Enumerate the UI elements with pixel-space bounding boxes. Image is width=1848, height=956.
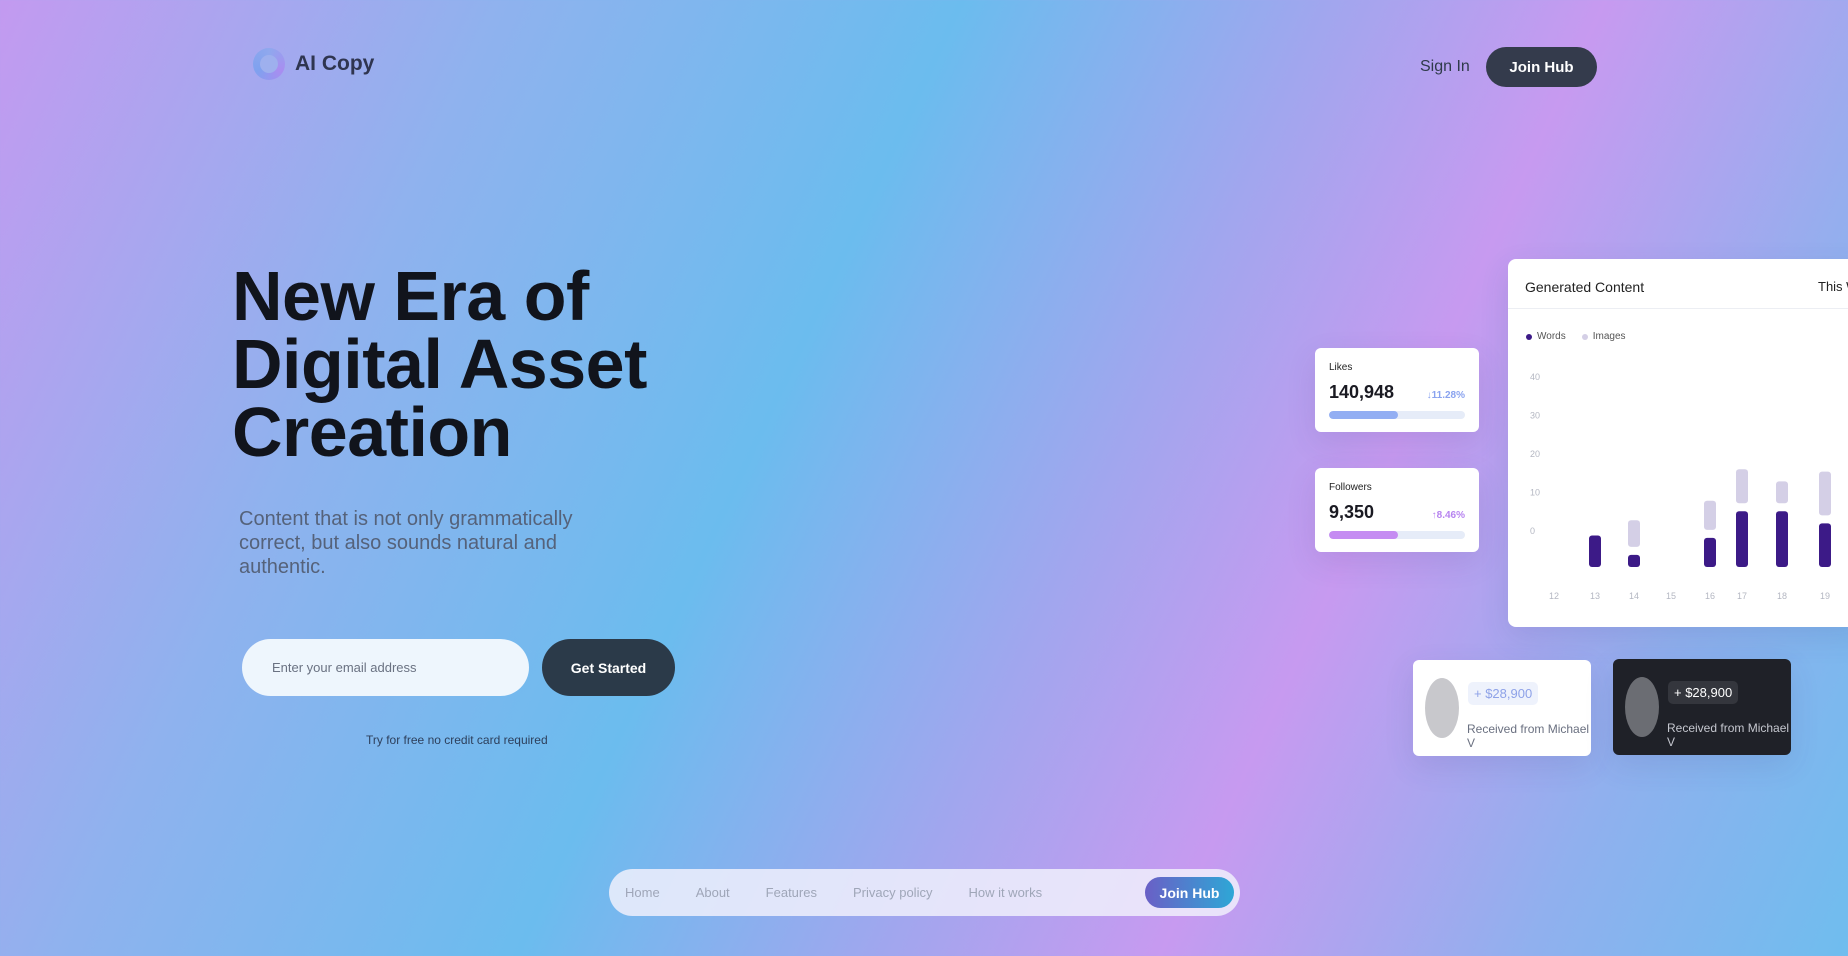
get-started-button[interactable]: Get Started <box>542 639 675 696</box>
avatar <box>1425 678 1459 738</box>
stat-progress-bar <box>1329 531 1465 539</box>
generated-content-chart-card: Generated Content This W Words Images 40… <box>1508 259 1848 627</box>
nav-join-hub-button[interactable]: Join Hub <box>1145 877 1234 908</box>
y-tick-label: 10 <box>1530 488 1540 498</box>
sign-in-link[interactable]: Sign In <box>1420 58 1470 76</box>
x-tick-label: 14 <box>1629 591 1639 601</box>
bar-words <box>1589 535 1601 567</box>
stat-change: ↓11.28% <box>1427 390 1465 401</box>
join-hub-button[interactable]: Join Hub <box>1486 47 1597 87</box>
x-tick-label: 15 <box>1666 591 1676 601</box>
logo-ring-icon <box>253 48 285 80</box>
bottom-nav: Home About Features Privacy policy How i… <box>609 869 1240 916</box>
logo[interactable]: AI Copy <box>253 48 374 80</box>
bar-images <box>1776 481 1788 504</box>
avatar <box>1625 677 1659 737</box>
x-tick-label: 16 <box>1705 591 1715 601</box>
bar-words <box>1736 511 1748 567</box>
nav-features[interactable]: Features <box>766 885 817 900</box>
y-tick-label: 0 <box>1530 526 1535 536</box>
stat-value: 140,948 <box>1329 382 1395 402</box>
bar-images <box>1819 471 1831 516</box>
nav-privacy-policy[interactable]: Privacy policy <box>853 885 932 900</box>
free-trial-note: Try for free no credit card required <box>366 733 548 747</box>
bar-words <box>1704 537 1716 567</box>
stat-label: Likes <box>1329 362 1353 373</box>
nav-about[interactable]: About <box>696 885 730 900</box>
hero-title-line: New Era of <box>232 257 589 335</box>
payment-amount: + $28,900 <box>1668 681 1739 704</box>
bar-images <box>1736 469 1748 504</box>
nav-home[interactable]: Home <box>625 885 660 900</box>
payment-card-dark: + $28,900 Received from Michael V <box>1613 659 1791 755</box>
stat-change: ↑8.46% <box>1432 510 1465 521</box>
x-tick-label: 18 <box>1777 591 1787 601</box>
bar-words <box>1628 554 1640 567</box>
x-tick-label: 17 <box>1737 591 1747 601</box>
payment-from: Received from Michael V <box>1667 721 1790 749</box>
y-tick-label: 20 <box>1530 449 1540 459</box>
followers-card: Followers 9,350 ↑8.46% <box>1315 468 1479 552</box>
payment-amount: + $28,900 <box>1468 682 1539 705</box>
stat-label: Followers <box>1329 482 1372 493</box>
hero-subtitle: Content that is not only grammatically c… <box>239 508 573 578</box>
stat-change-value: 11.28% <box>1431 390 1465 401</box>
bar-images <box>1628 520 1640 547</box>
nav-how-it-works[interactable]: How it works <box>968 885 1042 900</box>
payment-card-light: + $28,900 Received from Michael V <box>1413 660 1591 756</box>
x-tick-label: 12 <box>1549 591 1559 601</box>
bar-chart: 40 30 20 10 0 12 13 14 15 16 17 18 19 <box>1530 372 1831 601</box>
bar-images <box>1704 500 1716 530</box>
stat-progress-bar <box>1329 411 1465 419</box>
stat-change-value: 8.46% <box>1436 510 1465 521</box>
stat-value: 9,350 <box>1329 502 1375 522</box>
brand-name: AI Copy <box>295 52 375 75</box>
x-tick-label: 13 <box>1590 591 1600 601</box>
likes-card: Likes 140,948 ↓11.28% <box>1315 348 1479 432</box>
bar-words <box>1819 523 1831 567</box>
email-input[interactable] <box>242 639 529 696</box>
hero-title: New Era of Digital Asset Creation <box>232 257 752 471</box>
stat-progress-fill <box>1329 531 1399 539</box>
y-tick-label: 40 <box>1530 372 1540 382</box>
y-tick-label: 30 <box>1530 411 1540 421</box>
bar-words <box>1776 511 1788 567</box>
x-tick-label: 19 <box>1820 591 1830 601</box>
payment-from: Received from Michael V <box>1467 722 1590 750</box>
hero-title-line: Digital Asset <box>232 325 647 403</box>
hero-title-line: Creation <box>232 393 512 471</box>
stat-progress-fill <box>1329 411 1399 419</box>
